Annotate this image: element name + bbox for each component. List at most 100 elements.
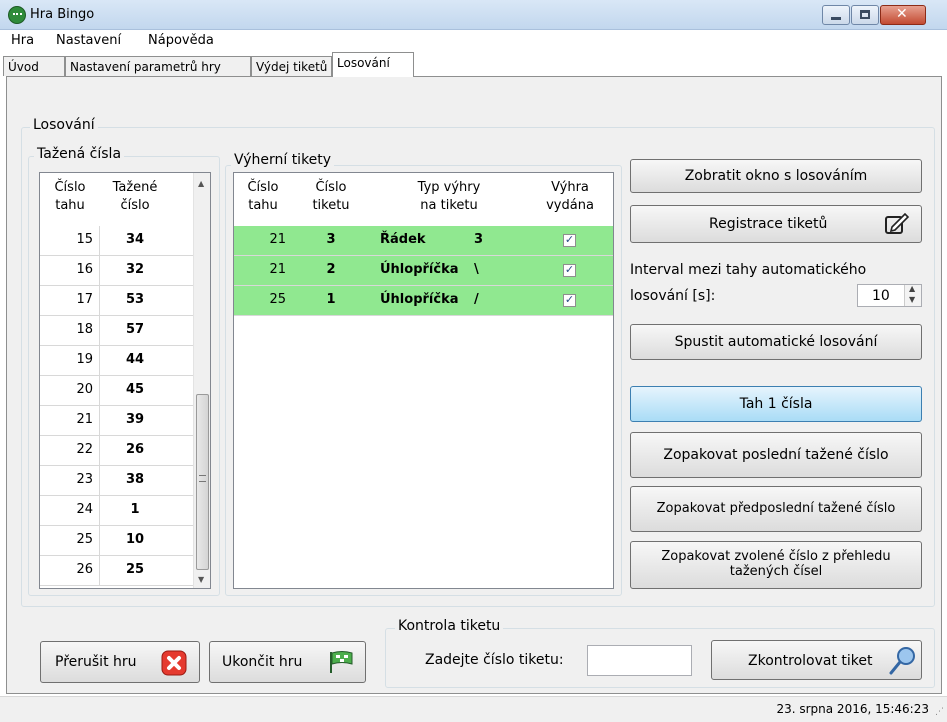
header-text: Číslo	[54, 180, 86, 195]
header-typ-vyhry[interactable]: Typ výhry na tiketu	[374, 179, 524, 215]
scroll-up-icon[interactable]: ▲	[198, 179, 204, 188]
win-type: Úhlopříčka	[380, 292, 459, 307]
start-auto-draw-button[interactable]: Spustit automatické losování	[630, 324, 922, 360]
drawn-row[interactable]: 26 25	[40, 556, 193, 586]
winning-grid-header: Číslo tahu Číslo tiketu Typ výhry na tik…	[234, 173, 613, 226]
draw-one-number-button[interactable]: Tah 1 čísla	[630, 386, 922, 422]
winning-tickets-grid[interactable]: Číslo tahu Číslo tiketu Typ výhry na tik…	[233, 172, 614, 589]
drawn-row[interactable]: 24 1	[40, 496, 193, 526]
drawn-row[interactable]: 16 32	[40, 256, 193, 286]
header-cislo-tahu[interactable]: Číslo tahu	[234, 179, 292, 215]
prize-paid-checkbox[interactable]: ✓	[563, 234, 576, 247]
header-text: Číslo	[247, 180, 279, 195]
repeat-previous-number-button[interactable]: Zopakovat předposlední tažené číslo	[630, 486, 922, 532]
spinner-up-icon[interactable]: ▲	[909, 284, 915, 293]
win-type-detail: \	[474, 262, 479, 277]
winning-row[interactable]: 21 2 Úhlopříčka \ ✓	[234, 256, 613, 286]
draw-number: 17	[40, 286, 100, 315]
drawn-row[interactable]: 25 10	[40, 526, 193, 556]
drawn-row[interactable]: 23 38	[40, 466, 193, 496]
draw-number: 20	[40, 376, 100, 405]
finish-game-button[interactable]: Ukončit hru	[209, 641, 366, 683]
win-ticket-number: 2	[326, 262, 336, 277]
losovani-group-label: Losování	[30, 117, 98, 133]
header-tazene-cislo[interactable]: Tažené číslo	[100, 179, 170, 215]
win-ticket-number: 1	[326, 292, 336, 307]
header-cislo-tahu[interactable]: Číslo tahu	[40, 179, 100, 215]
show-draw-window-button[interactable]: Zobratit okno s losováním	[630, 159, 922, 193]
drawn-value: 32	[125, 262, 145, 277]
draw-number: 16	[40, 256, 100, 285]
pen-edit-icon	[885, 212, 910, 234]
drawn-row[interactable]: 18 57	[40, 316, 193, 346]
header-vyhra-vydana[interactable]: Výhra vydána	[534, 179, 606, 215]
drawn-numbers-grid[interactable]: Číslo tahu Tažené číslo 15 34 16 32 17 53 18 57…	[39, 172, 211, 589]
win-type: Úhlopříčka	[380, 262, 459, 277]
win-type-detail: /	[474, 292, 479, 307]
drawn-numbers-label: Tažená čísla	[34, 146, 125, 162]
drawn-value: 44	[125, 352, 145, 367]
winning-row[interactable]: 21 3 Řádek 3 ✓	[234, 226, 613, 256]
tab-losovani[interactable]: Losování	[332, 52, 414, 77]
resize-grip-icon[interactable]: ⋰	[935, 707, 944, 717]
winning-tickets-label: Výherní tikety	[231, 152, 335, 168]
status-datetime: 23. srpna 2016, 15:46:23	[776, 702, 929, 716]
drawn-value: 34	[125, 232, 145, 247]
close-icon: ✕	[896, 6, 908, 22]
interrupt-game-button[interactable]: Přerušit hru	[40, 641, 200, 683]
spinner-down-icon[interactable]: ▼	[909, 295, 915, 304]
header-text: číslo	[120, 198, 150, 213]
header-text: Výhra	[551, 180, 589, 195]
bingo-app-icon	[8, 6, 26, 24]
drawn-row[interactable]: 19 44	[40, 346, 193, 376]
minimize-button[interactable]	[822, 5, 850, 25]
drawn-scrollbar[interactable]: ▲ ▼	[193, 173, 210, 588]
interval-label-line2: losování [s]:	[630, 288, 716, 304]
prize-paid-checkbox[interactable]: ✓	[563, 264, 576, 277]
tab-nastaveni-parametru[interactable]: Nastavení parametrů hry	[65, 56, 251, 76]
status-bar: 23. srpna 2016, 15:46:23 ⋰	[0, 696, 947, 722]
header-text: na tiketu	[420, 198, 478, 213]
drawn-row[interactable]: 22 26	[40, 436, 193, 466]
ticket-number-input[interactable]	[587, 645, 692, 676]
window-title: Hra Bingo	[30, 7, 95, 22]
scroll-down-icon[interactable]: ▼	[198, 575, 204, 584]
check-ticket-label: Zkontrolovat tiket	[748, 653, 873, 669]
drawn-value: 45	[125, 382, 145, 397]
header-cislo-tiketu[interactable]: Číslo tiketu	[298, 179, 364, 215]
ticket-check-label: Kontrola tiketu	[395, 618, 504, 634]
maximize-button[interactable]	[851, 5, 879, 25]
win-type-detail: 3	[474, 232, 484, 247]
draw-number: 23	[40, 466, 100, 495]
drawn-row[interactable]: 15 34	[40, 226, 193, 256]
menu-nastaveni[interactable]: Nastavení	[56, 33, 121, 48]
win-draw-number: 21	[269, 232, 286, 247]
win-ticket-number: 3	[326, 232, 336, 247]
drawn-row[interactable]: 20 45	[40, 376, 193, 406]
repeat-chosen-number-button[interactable]: Zopakovat zvolené číslo z přehledu tažen…	[630, 541, 922, 589]
register-tickets-label: Registrace tiketů	[709, 216, 828, 232]
tab-vydej-tiketu[interactable]: Výdej tiketů	[251, 56, 332, 76]
menu-hra[interactable]: Hra	[11, 33, 34, 48]
repeat-last-number-button[interactable]: Zopakovat poslední tažené číslo	[630, 432, 922, 478]
menu-napoveda[interactable]: Nápověda	[148, 33, 214, 48]
draw-number: 15	[40, 226, 100, 255]
register-tickets-button[interactable]: Registrace tiketů	[630, 205, 922, 243]
drawn-value: 26	[125, 442, 145, 457]
check-ticket-button[interactable]: Zkontrolovat tiket	[711, 640, 922, 680]
drawn-row[interactable]: 17 53	[40, 286, 193, 316]
interrupt-label: Přerušit hru	[55, 654, 137, 670]
close-button[interactable]: ✕	[880, 5, 926, 25]
header-text: tahu	[55, 198, 85, 213]
header-text: Tažené	[112, 180, 158, 195]
title-bar: Hra Bingo ✕	[0, 0, 947, 30]
interval-spinner[interactable]: 10 ▲ ▼	[857, 284, 922, 307]
winning-row[interactable]: 25 1 Úhlopříčka / ✓	[234, 286, 613, 316]
scroll-thumb[interactable]	[196, 394, 209, 570]
minimize-icon	[831, 17, 841, 20]
draw-number: 24	[40, 496, 100, 525]
tab-uvod[interactable]: Úvod	[3, 56, 65, 76]
prize-paid-checkbox[interactable]: ✓	[563, 294, 576, 307]
drawn-row[interactable]: 21 39	[40, 406, 193, 436]
grip-icon	[199, 475, 206, 482]
